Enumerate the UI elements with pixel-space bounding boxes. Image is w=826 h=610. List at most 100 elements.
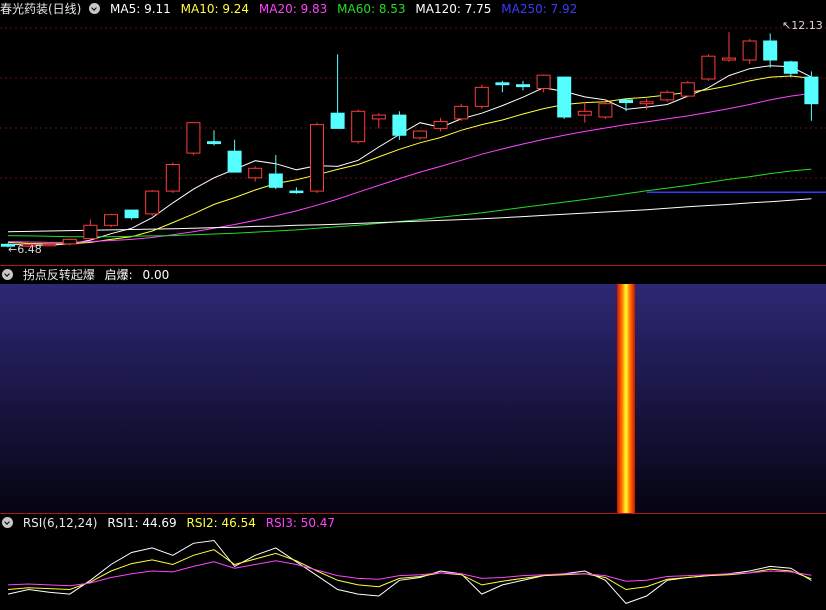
candle-body xyxy=(680,82,695,97)
ma10-line xyxy=(7,75,812,245)
candle-body xyxy=(742,40,757,61)
candle[interactable] xyxy=(557,76,572,119)
rsi-panel: RSI(6,12,24) RSI1: 44.69 RSI2: 46.54 RSI… xyxy=(0,514,826,610)
candle[interactable] xyxy=(783,60,798,78)
candle[interactable] xyxy=(474,84,489,109)
candle[interactable] xyxy=(207,130,221,146)
candle-body xyxy=(619,99,633,104)
candle[interactable] xyxy=(804,71,819,121)
candle-body xyxy=(598,103,613,118)
candle[interactable] xyxy=(454,103,469,121)
candle[interactable] xyxy=(104,213,118,228)
candle[interactable] xyxy=(413,130,427,140)
candle[interactable] xyxy=(42,243,57,247)
candle[interactable] xyxy=(186,122,201,155)
rsi3-indicator: RSI3: 50.47 xyxy=(265,516,336,530)
candle[interactable] xyxy=(310,122,324,193)
candle-body xyxy=(371,114,386,120)
candle[interactable] xyxy=(392,111,407,140)
candle-body xyxy=(62,238,77,245)
candle-body xyxy=(474,86,489,107)
candle-body xyxy=(186,122,201,154)
candle[interactable] xyxy=(227,139,242,173)
candle-body xyxy=(207,141,221,145)
chevron-down-icon[interactable] xyxy=(2,269,13,280)
candle-body xyxy=(536,74,551,89)
candle[interactable] xyxy=(577,101,592,123)
candlestick-panel: 春光药装(日线) MA5: 9.11 MA10: 9.24 MA20: 9.83… xyxy=(0,0,826,265)
candle-body xyxy=(145,190,160,215)
ma60-indicator: MA60: 8.53 xyxy=(337,2,406,16)
signal-panel: 拐点反转起爆 启爆: 0.00 xyxy=(0,266,826,514)
candle[interactable] xyxy=(495,80,510,93)
candle[interactable] xyxy=(433,117,448,132)
candle-body xyxy=(413,130,427,139)
candle-body xyxy=(783,61,798,74)
candle-body xyxy=(248,167,263,179)
chevron-down-icon[interactable] xyxy=(89,3,101,14)
ma60-line xyxy=(7,168,812,238)
ma5-indicator: MA5: 9.11 xyxy=(110,2,171,16)
candle-body xyxy=(83,224,98,240)
candle[interactable] xyxy=(619,98,633,112)
candle[interactable] xyxy=(722,32,736,62)
candle-body xyxy=(454,105,469,120)
candle[interactable] xyxy=(701,54,716,81)
rsi-title: RSI(6,12,24) xyxy=(22,516,98,530)
candle-body xyxy=(124,209,139,219)
candle[interactable] xyxy=(62,238,77,246)
candle[interactable] xyxy=(268,155,283,190)
rsi2-indicator: RSI2: 46.54 xyxy=(186,516,256,530)
candle[interactable] xyxy=(351,109,366,144)
candle[interactable] xyxy=(145,189,160,216)
candle[interactable] xyxy=(598,101,613,119)
signal-background xyxy=(0,284,826,513)
high-marker-arrow: ↖ xyxy=(782,19,792,32)
candle-body xyxy=(392,114,407,136)
candle[interactable] xyxy=(165,162,180,193)
qibao-signal-bar[interactable] xyxy=(617,284,635,513)
candle[interactable] xyxy=(248,166,263,182)
candle-body xyxy=(42,243,57,247)
candle-body xyxy=(351,110,366,143)
rsi-header: RSI(6,12,24) RSI1: 44.69 RSI2: 46.54 RSI… xyxy=(0,514,341,532)
candle[interactable] xyxy=(124,209,139,220)
candle[interactable] xyxy=(83,219,98,240)
chevron-down-icon[interactable] xyxy=(2,517,13,528)
candle-body xyxy=(804,76,819,105)
candle[interactable] xyxy=(680,80,695,98)
candle[interactable] xyxy=(742,39,757,64)
candle-body xyxy=(701,55,716,80)
low-marker-arrow: ← xyxy=(8,243,18,256)
candle-body xyxy=(722,57,736,61)
high-price-marker: ↖12.13 xyxy=(782,19,823,32)
ma120-indicator: MA120: 7.75 xyxy=(415,2,492,16)
candle-body xyxy=(495,82,510,86)
signal-header: 拐点反转起爆 启爆: 0.00 xyxy=(0,266,181,284)
candle[interactable] xyxy=(660,90,675,102)
qibao-indicator: 启爆: 0.00 xyxy=(104,268,170,282)
main-header: 春光药装(日线) MA5: 9.11 MA10: 9.24 MA20: 9.83… xyxy=(0,0,583,18)
candle-body xyxy=(557,76,572,118)
candle[interactable] xyxy=(516,80,530,91)
candle-body xyxy=(268,173,283,188)
candlestick-chart[interactable] xyxy=(0,0,826,265)
candle-body xyxy=(433,121,448,129)
ma20-indicator: MA20: 9.83 xyxy=(258,2,328,16)
candle-body xyxy=(516,84,530,88)
candle[interactable] xyxy=(330,54,345,129)
candle-body xyxy=(104,214,118,226)
candle-body xyxy=(639,101,654,105)
candle-body xyxy=(330,112,345,129)
candle-body xyxy=(310,124,324,192)
rsi2-line xyxy=(7,549,812,591)
candle[interactable] xyxy=(371,113,386,129)
rsi1-indicator: RSI1: 44.69 xyxy=(107,516,177,530)
candle-body xyxy=(660,91,675,101)
candle[interactable] xyxy=(763,33,778,68)
low-price-marker: ←6.48 xyxy=(8,243,42,256)
candle[interactable] xyxy=(289,187,304,194)
candle-body xyxy=(763,40,778,61)
signal-chart[interactable] xyxy=(0,266,826,514)
candle-body xyxy=(165,164,180,192)
